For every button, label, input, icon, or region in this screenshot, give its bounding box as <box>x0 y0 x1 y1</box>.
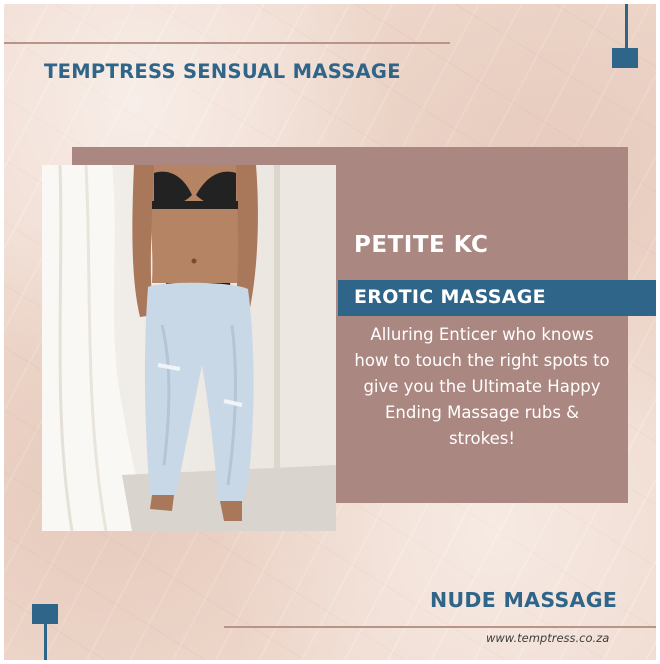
top-right-accent-square <box>612 48 638 68</box>
model-description: Alluring Enticer who knows how to touch … <box>354 325 610 448</box>
category-label: EROTIC MASSAGE <box>354 286 546 308</box>
service-label: NUDE MASSAGE <box>430 588 618 612</box>
bottom-divider-line <box>224 626 656 628</box>
model-name: PETITE KC <box>354 232 489 258</box>
website-link[interactable]: www.temptress.co.za <box>486 631 609 645</box>
category-ribbon: EROTIC MASSAGE <box>338 280 656 316</box>
top-right-accent-line <box>625 4 628 50</box>
brand-title: TEMPTRESS SENSUAL MASSAGE <box>44 60 401 83</box>
bottom-left-accent-square <box>32 604 58 624</box>
poster-background: TEMPTRESS SENSUAL MASSAGE PETITE KC EROT… <box>4 4 656 660</box>
model-photo <box>42 165 336 531</box>
top-divider-line <box>4 42 450 44</box>
